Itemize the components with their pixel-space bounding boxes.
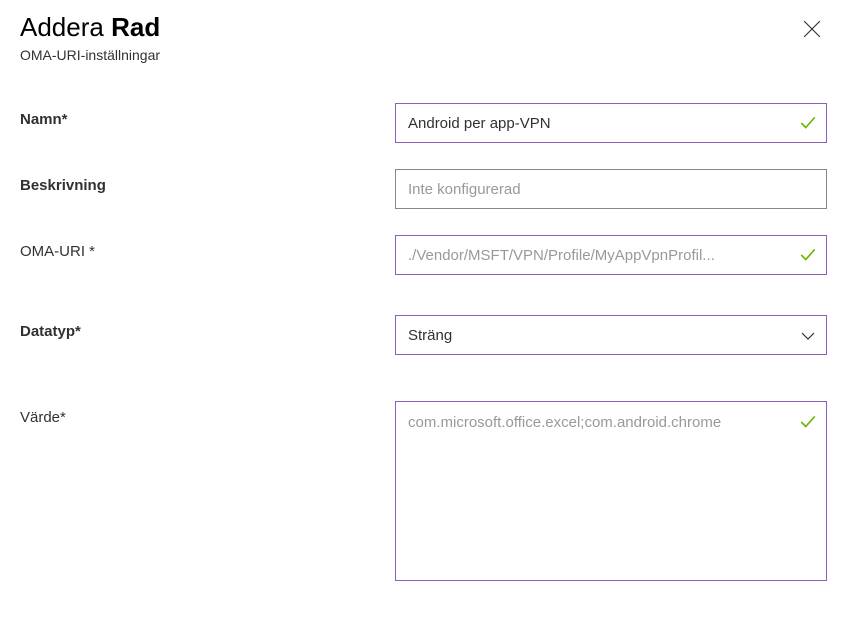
panel-subtitle: OMA-URI-inställningar [20,47,827,63]
form-row-omauri: OMA-URI * [20,235,827,275]
name-input[interactable] [395,103,827,143]
close-icon [803,20,821,38]
input-wrapper-value: com.microsoft.office.excel;com.android.c… [395,401,827,586]
panel-header: Addera Rad [20,12,827,45]
title-main: Rad [111,12,160,42]
label-datatype: Datatyp* [20,315,395,340]
form-row-name: Namn* [20,103,827,143]
form-row-datatype: Datatyp* Sträng [20,315,827,355]
form-row-value: Värde* com.microsoft.office.excel;com.an… [20,401,827,586]
label-name: Namn* [20,103,395,128]
label-omauri: OMA-URI * [20,235,395,260]
description-input[interactable] [395,169,827,209]
title-prefix: Addera [20,12,104,42]
input-wrapper-omauri [395,235,827,275]
label-value: Värde* [20,401,395,426]
input-wrapper-datatype: Sträng [395,315,827,355]
omauri-input[interactable] [395,235,827,275]
datatype-select[interactable]: Sträng [395,315,827,355]
label-description: Beskrivning [20,169,395,194]
datatype-value: Sträng [408,327,452,344]
input-wrapper-name [395,103,827,143]
panel-title: Addera Rad [20,12,160,43]
close-button[interactable] [799,16,825,45]
form-row-description: Beskrivning [20,169,827,209]
input-wrapper-description [395,169,827,209]
value-textarea[interactable]: com.microsoft.office.excel;com.android.c… [395,401,827,581]
